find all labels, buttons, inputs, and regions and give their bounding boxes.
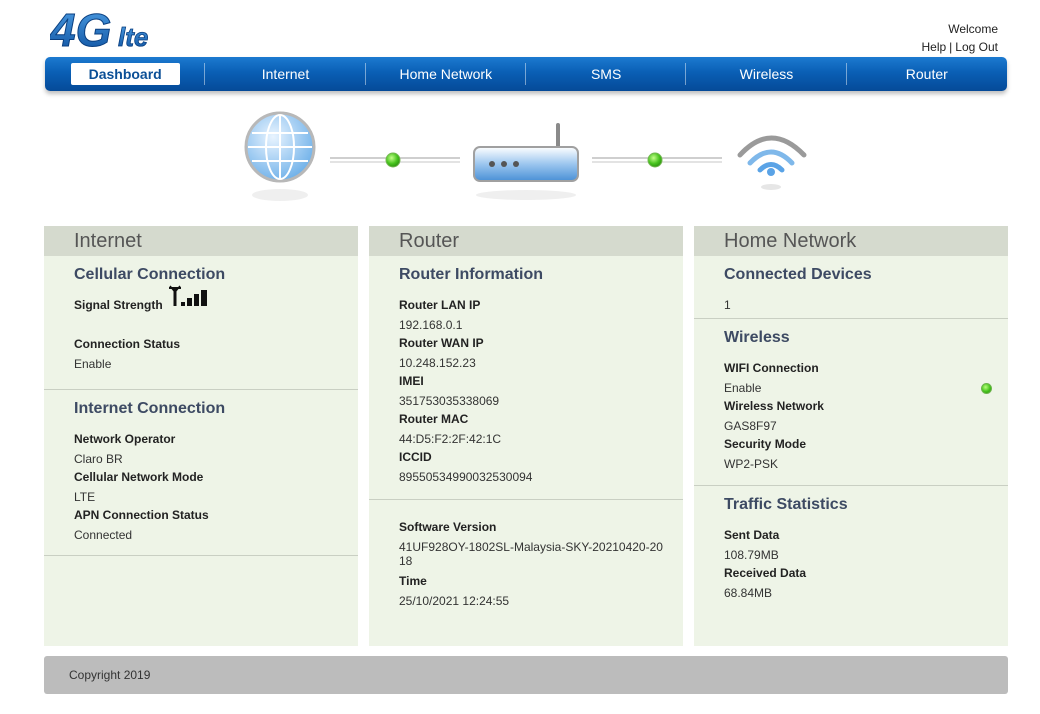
router-mac-value: 44:D5:F2:2F:42:1C [399, 432, 502, 446]
nav-home-network-label: Home Network [399, 66, 493, 82]
internet-panel-title: Internet [44, 226, 358, 256]
nav-router[interactable]: Router [847, 57, 1007, 91]
nav-router-label: Router [905, 66, 948, 82]
connection-diagram [0, 95, 1040, 215]
status-dot-icon [647, 152, 663, 168]
internet-panel: Internet Cellular Connection Signal Stre… [44, 226, 358, 646]
cellular-connection-title: Cellular Connection [74, 266, 226, 283]
traffic-statistics-title: Traffic Statistics [724, 496, 848, 513]
main-nav: Dashboard Internet Home Network SMS Wire… [45, 57, 1007, 91]
security-mode-value: WP2-PSK [724, 457, 779, 471]
router-panel-title: Router [369, 226, 683, 256]
home-network-panel-title: Home Network [694, 226, 1008, 256]
router-panel: Router Router Information Router LAN IP … [369, 226, 683, 646]
internet-connection-title: Internet Connection [74, 400, 226, 417]
network-operator-label: Network Operator [74, 432, 176, 446]
connected-devices-title: Connected Devices [724, 266, 872, 283]
svg-text:lte: lte [118, 22, 148, 52]
time-label: Time [399, 574, 427, 588]
logout-link[interactable]: Log Out [955, 40, 998, 54]
svg-text:4G: 4G [50, 6, 111, 54]
globe-icon [244, 111, 316, 201]
welcome-text: Welcome [948, 22, 998, 36]
software-version-value: 41UF928OY-1802SL-Malaysia-SKY-20210420-2… [399, 540, 663, 568]
router-wan-ip-label: Router WAN IP [399, 336, 484, 350]
iccid-value: 89550534990032530094 [399, 470, 533, 484]
wireless-network-value: GAS8F97 [724, 419, 777, 433]
wifi-connection-value: Enable [724, 381, 762, 395]
help-link[interactable]: Help [921, 40, 946, 54]
software-version-label: Software Version [399, 520, 497, 534]
internet-connection-section: Internet Connection Network Operator Cla… [44, 390, 358, 556]
nav-dashboard[interactable]: Dashboard [45, 57, 206, 91]
sent-data-label: Sent Data [724, 528, 780, 542]
apn-connection-status-value: Connected [74, 528, 133, 542]
iccid-label: ICCID [399, 450, 432, 464]
imei-value: 351753035338069 [399, 394, 500, 408]
copyright-text: Copyright 2019 [69, 668, 151, 682]
wifi-status-dot-icon [981, 382, 992, 394]
wifi-connection-label: WIFI Connection [724, 361, 819, 375]
nav-sms-label: SMS [590, 66, 622, 82]
time-value: 25/10/2021 12:24:55 [399, 594, 510, 608]
nav-internet-label: Internet [261, 66, 310, 82]
connected-devices-section: Connected Devices 1 [694, 256, 1008, 319]
network-operator-value: Claro BR [74, 452, 123, 466]
wireless-network-label: Wireless Network [724, 399, 824, 413]
received-data-label: Received Data [724, 566, 807, 580]
router-information-section: Router Information Router LAN IP 192.168… [369, 256, 683, 500]
router-lan-ip-label: Router LAN IP [399, 298, 481, 312]
router-mac-label: Router MAC [399, 412, 469, 426]
sent-data-value: 108.79MB [724, 548, 779, 562]
received-data-value: 68.84MB [724, 586, 773, 600]
router-wan-ip-value: 10.248.152.23 [399, 356, 476, 370]
wifi-icon [737, 135, 807, 190]
nav-internet[interactable]: Internet [205, 57, 366, 91]
cellular-network-mode-value: LTE [74, 490, 96, 504]
status-dot-icon [385, 152, 401, 168]
nav-wireless[interactable]: Wireless [686, 57, 847, 91]
software-section: Software Version 41UF928OY-1802SL-Malays… [369, 500, 683, 608]
brand-logo: 4G lte [49, 4, 180, 57]
nav-home-network[interactable]: Home Network [366, 57, 527, 91]
security-mode-label: Security Mode [724, 437, 807, 451]
router-icon [473, 123, 579, 200]
footer: Copyright 2019 [44, 656, 1008, 694]
signal-strength-label: Signal Strength [74, 297, 163, 312]
connected-devices-value: 1 [724, 298, 731, 312]
router-lan-ip-value: 192.168.0.1 [399, 318, 463, 332]
connection-status-value: Enable [74, 357, 112, 371]
link-separator: | [949, 40, 953, 54]
nav-wireless-label: Wireless [739, 66, 794, 82]
wireless-section: Wireless WIFI Connection Enable Wireless… [694, 319, 1008, 486]
apn-connection-status-label: APN Connection Status [74, 508, 209, 522]
nav-sms[interactable]: SMS [526, 57, 687, 91]
traffic-statistics-section: Traffic Statistics Sent Data 108.79MB Re… [694, 486, 1008, 600]
home-network-panel: Home Network Connected Devices 1 Wireles… [694, 226, 1008, 646]
nav-dashboard-label: Dashboard [70, 63, 180, 85]
signal-strength-icon [167, 284, 211, 315]
connection-status-label: Connection Status [74, 337, 181, 351]
account-links: Welcome Help | Log Out [921, 20, 998, 56]
cellular-connection-section: Cellular Connection Signal Strength Conn… [44, 256, 358, 390]
cellular-network-mode-label: Cellular Network Mode [74, 470, 204, 484]
wireless-title: Wireless [724, 329, 790, 346]
imei-label: IMEI [399, 374, 424, 388]
router-information-title: Router Information [399, 266, 543, 283]
